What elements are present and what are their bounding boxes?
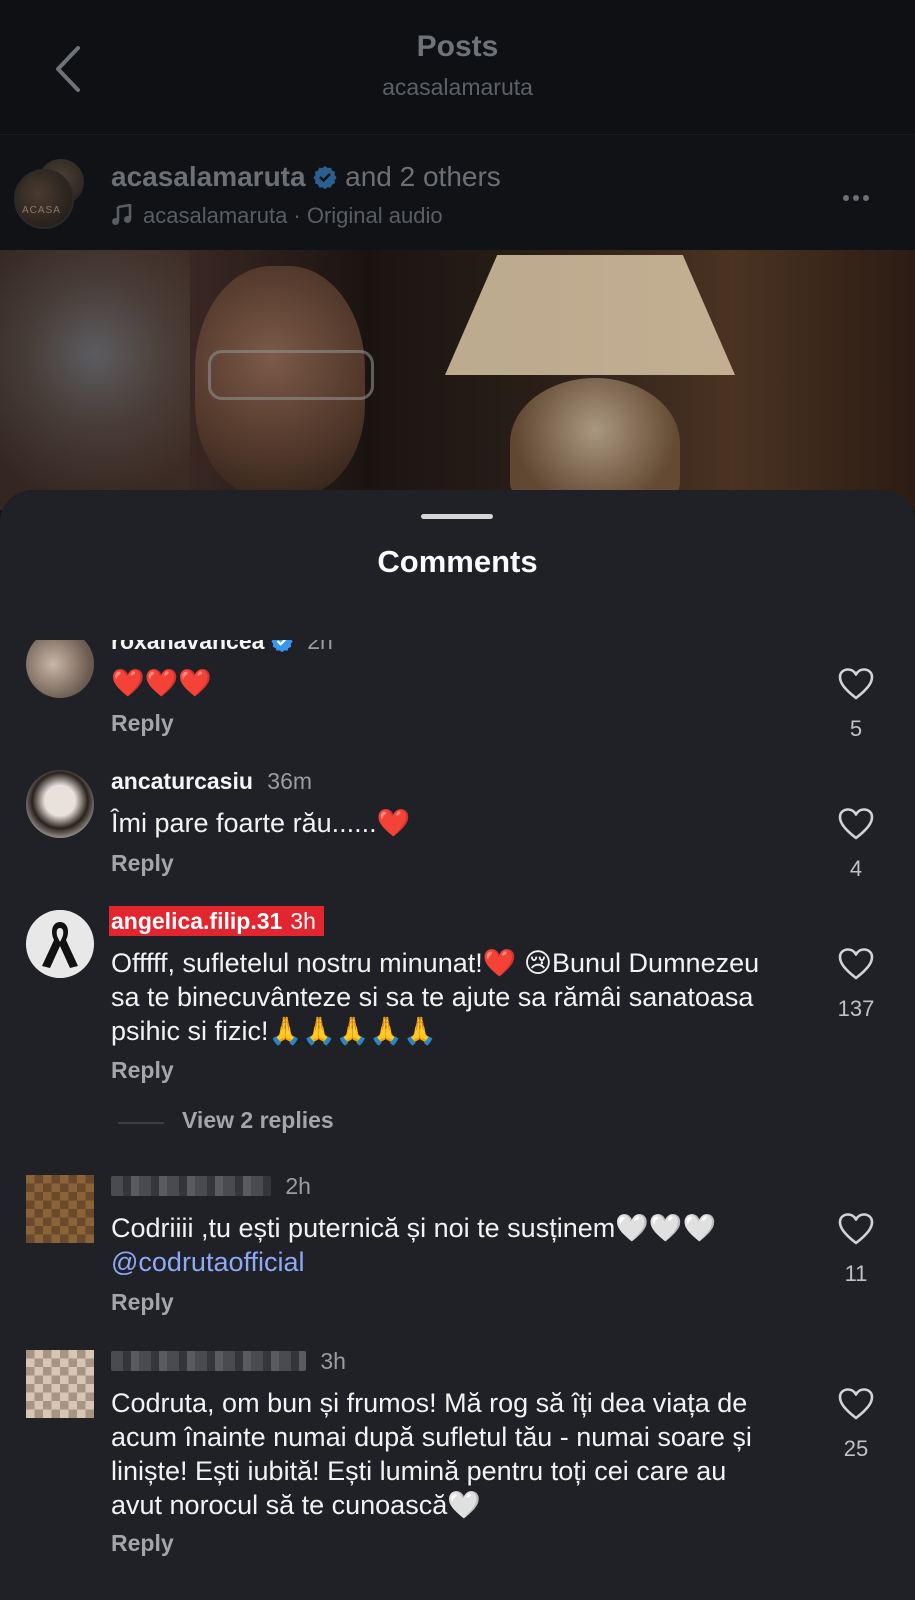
page-subtitle: acasalamaruta [382, 74, 533, 100]
comment-time: 3h [320, 1348, 346, 1374]
author-avatar[interactable] [14, 169, 74, 229]
comment-time: 2h [307, 640, 333, 654]
audio-label: acasalamaruta · Original audio [143, 203, 443, 228]
lampshade [445, 255, 735, 375]
author-name[interactable]: acasalamaruta [111, 161, 306, 192]
like-heart-icon[interactable] [838, 1388, 874, 1420]
comment-username[interactable]: ancaturcasiu [111, 768, 253, 794]
comment-text: Îmi pare foarte rău......❤️ [111, 808, 411, 838]
reply-button[interactable]: Reply [111, 850, 174, 877]
author-line[interactable]: acasalamaruta and 2 others [111, 161, 501, 193]
comment-username[interactable]: roxanavancea [111, 640, 264, 654]
comment-text: Codruta, om bun și frumos! Mă rog să îți… [111, 1388, 752, 1520]
like-heart-icon[interactable] [838, 1213, 874, 1245]
reply-button[interactable]: Reply [111, 1289, 174, 1316]
blurred-avatar[interactable] [26, 1175, 94, 1243]
like-count: 25 [843, 1436, 869, 1461]
comment-text: ❤️❤️❤️ [111, 668, 212, 698]
avatar-logo-text: ACASA [22, 205, 61, 216]
audio-line[interactable]: acasalamaruta · Original audio [111, 203, 443, 229]
comment-time: 3h [290, 908, 316, 934]
video-preview[interactable] [0, 250, 915, 510]
verified-badge-icon [271, 640, 293, 652]
black-ribbon-icon [26, 910, 94, 978]
top-bar: Posts acasalamaruta [0, 0, 915, 134]
avatar[interactable] [26, 910, 94, 978]
comment-header: 3h [111, 1348, 346, 1375]
blurred-username[interactable] [111, 1176, 271, 1196]
comment-time: 36m [267, 768, 313, 794]
like-heart-icon[interactable] [838, 808, 874, 840]
comments-list[interactable]: roxanavancea 2h ❤️❤️❤️ Reply 5 ancaturca… [0, 640, 915, 1600]
sheet-title: Comments [377, 544, 538, 579]
verified-badge-icon [313, 166, 337, 189]
reply-button[interactable]: Reply [111, 1057, 174, 1084]
comments-sheet: Comments roxanavancea 2h ❤️❤️❤️ Reply 5 [0, 490, 915, 1600]
lamp-base [510, 378, 680, 508]
blurred-avatar[interactable] [26, 1350, 94, 1418]
glasses [208, 350, 374, 400]
like-count: 11 [844, 1261, 868, 1286]
reply-button[interactable]: Reply [111, 710, 174, 737]
drag-handle[interactable] [421, 514, 493, 519]
reply-button[interactable]: Reply [111, 1530, 174, 1557]
avatar[interactable] [26, 640, 94, 698]
blurred-username[interactable] [111, 1351, 306, 1371]
comment-header: angelica.filip.31 3h [109, 906, 324, 936]
like-count: 5 [849, 716, 863, 741]
comment-username[interactable]: angelica.filip.31 [111, 908, 282, 934]
background-painting [0, 250, 190, 510]
comment-time: 2h [285, 1173, 311, 1199]
like-heart-icon[interactable] [838, 948, 874, 980]
mention-link[interactable]: @codrutaofficial [111, 1247, 305, 1277]
highlighted-username: angelica.filip.31 3h [109, 906, 324, 936]
comment-text: Offfff, sufletelul nostru minunat!❤️ 😢Bu… [111, 948, 760, 1046]
comment-body: Codriiii ,tu ești puternică și noi te su… [111, 1213, 717, 1243]
like-heart-icon[interactable] [838, 668, 874, 700]
avatar[interactable] [26, 770, 94, 838]
comment-header: roxanavancea 2h [111, 640, 333, 655]
page-title: Posts [416, 30, 499, 63]
view-replies-line [118, 1122, 164, 1124]
more-options-icon[interactable] [839, 188, 869, 206]
comment-header: 2h [111, 1173, 311, 1200]
comment-header: ancaturcasiu 36m [111, 768, 312, 795]
post-author-row: ACASA acasalamaruta and 2 others acasala… [0, 134, 915, 251]
like-count: 4 [849, 856, 863, 881]
view-replies-button[interactable]: View 2 replies [182, 1107, 334, 1134]
comment-text: Codriiii ,tu ești puternică și noi te su… [111, 1211, 781, 1279]
like-count: 137 [837, 996, 875, 1021]
coauthors-label[interactable]: and 2 others [345, 161, 501, 192]
music-note-icon [112, 203, 132, 225]
